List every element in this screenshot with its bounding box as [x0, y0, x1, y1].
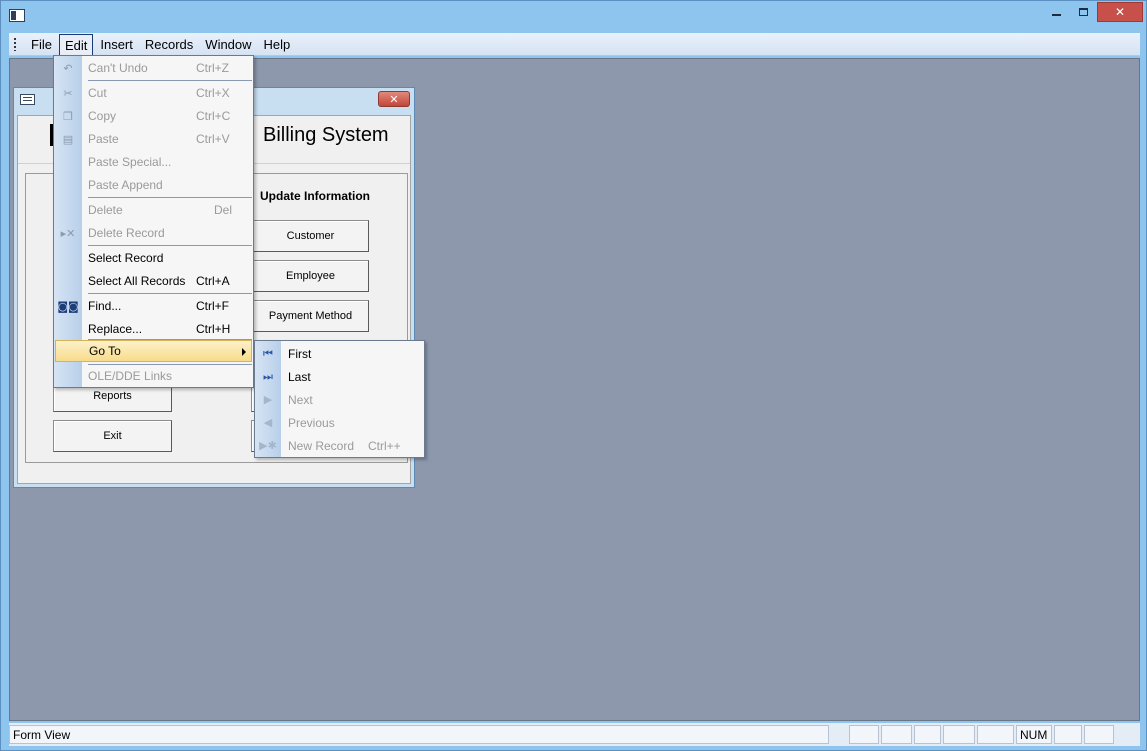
copy-icon: ❐	[63, 109, 73, 123]
title-bar: ✕	[1, 1, 1146, 31]
menu-insert[interactable]: Insert	[95, 34, 138, 55]
menu-edit[interactable]: Edit	[58, 33, 94, 56]
menu-separator	[88, 293, 252, 294]
status-panel	[1084, 725, 1114, 744]
undo-icon: ↶	[63, 61, 73, 75]
app-window: ✕ File Edit Insert Records Window Help ✕…	[0, 0, 1147, 751]
status-panel	[943, 725, 975, 744]
menu-help[interactable]: Help	[259, 34, 296, 55]
menu-item-select-record[interactable]: Select Record	[54, 247, 253, 269]
menu-separator	[88, 245, 252, 246]
last-record-icon: ⏭	[263, 369, 273, 383]
employee-button[interactable]: Employee	[252, 260, 369, 292]
menu-item-go-to[interactable]: Go To	[55, 340, 252, 362]
menu-item-select-all-records[interactable]: Select All Records Ctrl+A	[54, 270, 253, 292]
maximize-icon	[1078, 8, 1088, 16]
close-button[interactable]: ✕	[1097, 2, 1143, 22]
status-bar: Form View NUM	[9, 723, 1140, 746]
close-icon: ✕	[1114, 5, 1126, 19]
form-close-button[interactable]: ✕	[378, 91, 410, 107]
paste-icon: ▤	[62, 132, 74, 146]
menu-records[interactable]: Records	[140, 34, 198, 55]
menu-separator	[88, 197, 252, 198]
app-icon[interactable]	[9, 9, 25, 22]
form-icon[interactable]	[20, 94, 35, 105]
delete-record-icon: ▸✕	[60, 226, 76, 240]
status-panel	[914, 725, 941, 744]
menu-item-paste[interactable]: ▤ Paste Ctrl+V	[54, 128, 253, 150]
menu-bar: File Edit Insert Records Window Help	[9, 33, 1140, 56]
previous-record-icon: ◀	[263, 416, 273, 429]
status-num: NUM	[1016, 725, 1052, 744]
form-title: Billing System	[263, 124, 389, 146]
next-record-icon: ▶	[263, 393, 273, 406]
status-panel	[881, 725, 912, 744]
menu-item-delete-record[interactable]: ▸✕ Delete Record	[54, 222, 253, 244]
submenu-item-new-record[interactable]: ▶✱ New Record Ctrl++	[255, 434, 424, 457]
menu-item-replace[interactable]: Replace... Ctrl+H	[54, 318, 253, 340]
menu-separator	[88, 80, 252, 81]
menu-item-paste-append[interactable]: Paste Append	[54, 174, 253, 196]
menu-item-undo[interactable]: ↶ Can't Undo Ctrl+Z	[54, 57, 253, 79]
scissors-icon: ✂	[63, 86, 73, 100]
submenu-item-next[interactable]: ▶ Next	[255, 388, 424, 411]
goto-submenu: ⏮ First ⏭ Last ▶ Next ◀ Previous ▶✱ New …	[254, 340, 425, 458]
menu-item-paste-special[interactable]: Paste Special...	[54, 151, 253, 173]
status-panel	[1054, 725, 1082, 744]
update-information-label: Update Information	[260, 189, 370, 203]
new-record-icon: ▶✱	[259, 439, 277, 452]
menu-window[interactable]: Window	[200, 34, 256, 55]
submenu-item-previous[interactable]: ◀ Previous	[255, 411, 424, 434]
status-mode: Form View	[9, 725, 829, 744]
menu-item-ole-dde-links[interactable]: OLE/DDE Links	[54, 365, 253, 387]
payment-method-button[interactable]: Payment Method	[252, 300, 369, 332]
binoculars-icon: ◙◙	[57, 299, 79, 313]
minimize-button[interactable]	[1043, 2, 1069, 22]
status-panel	[977, 725, 1014, 744]
menubar-grip[interactable]	[14, 37, 16, 51]
menu-item-copy[interactable]: ❐ Copy Ctrl+C	[54, 105, 253, 127]
close-icon: ✕	[389, 93, 399, 106]
exit-button[interactable]: Exit	[53, 420, 172, 452]
edit-menu-dropdown: ↶ Can't Undo Ctrl+Z ✂ Cut Ctrl+X ❐ Copy …	[53, 55, 254, 388]
first-record-icon: ⏮	[263, 346, 273, 360]
customer-button[interactable]: Customer	[252, 220, 369, 252]
status-panel	[849, 725, 879, 744]
menu-item-cut[interactable]: ✂ Cut Ctrl+X	[54, 82, 253, 104]
submenu-arrow-icon	[242, 348, 246, 356]
submenu-item-last[interactable]: ⏭ Last	[255, 365, 424, 388]
minimize-icon	[1051, 14, 1061, 16]
menu-item-find[interactable]: ◙◙ Find... Ctrl+F	[54, 295, 253, 317]
menu-item-delete[interactable]: Delete Del	[54, 199, 253, 221]
menu-file[interactable]: File	[26, 34, 57, 55]
maximize-button[interactable]	[1070, 2, 1096, 22]
submenu-item-first[interactable]: ⏮ First	[255, 342, 424, 365]
